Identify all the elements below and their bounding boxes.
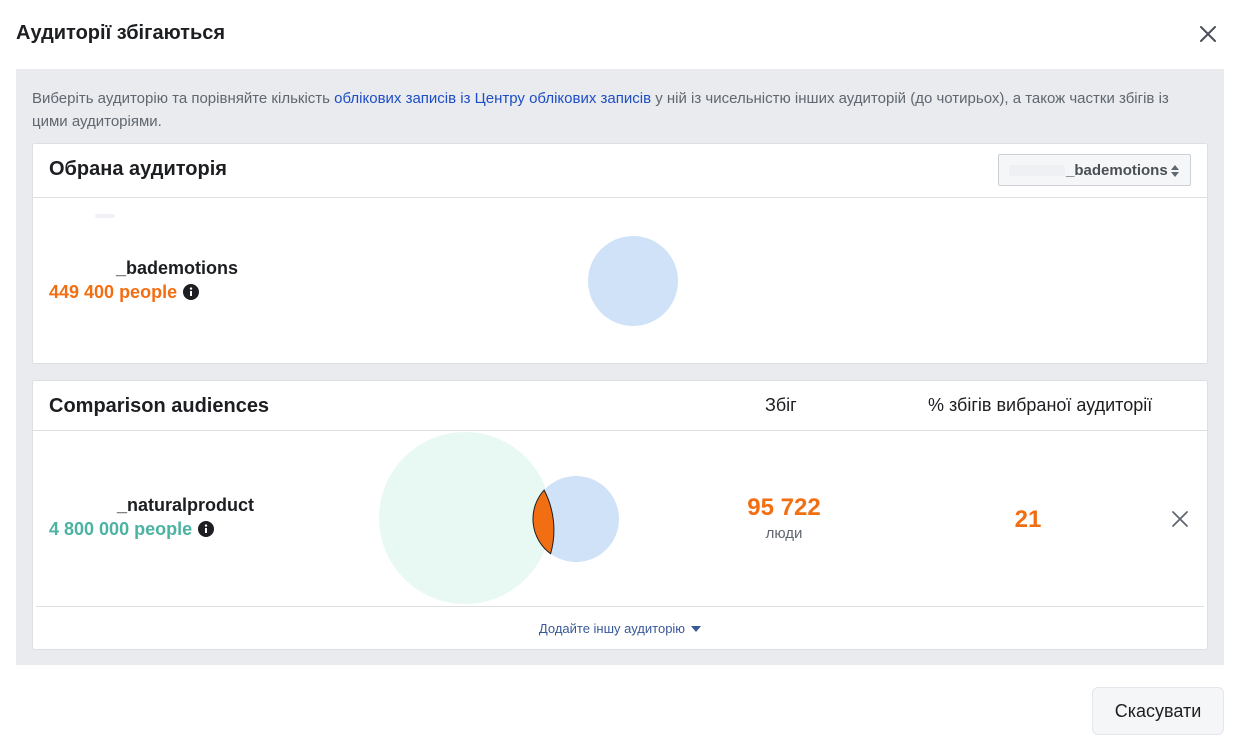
venn-diagram (379, 432, 619, 604)
redacted-text (95, 214, 115, 218)
comparison-audience-name: _naturalproduct (117, 495, 255, 515)
sort-arrows-icon (1171, 165, 1179, 177)
remove-icon (1172, 511, 1188, 527)
row-divider (36, 606, 1204, 607)
dialog-header: Аудиторії збігаються (0, 0, 1240, 68)
close-icon (1200, 26, 1216, 42)
dialog-body: Виберіть аудиторію та порівняйте кількіс… (16, 69, 1224, 665)
selected-audience-card: Обрана аудиторія _bademotions _bademotio… (32, 143, 1208, 364)
comparison-audiences-card: Comparison audiences Збіг % збігів вибра… (32, 380, 1208, 650)
selected-audience-name: _bademotions (116, 258, 239, 278)
comparison-audience-count: 4 800 000 people (49, 519, 215, 540)
overlap-column-header: Збіг (765, 395, 797, 415)
overlap-unit: люди (765, 525, 803, 542)
info-icon[interactable] (183, 284, 200, 300)
accounts-center-link[interactable]: облікових записів із Центру облікових за… (334, 90, 651, 107)
comparison-audience-circle (379, 432, 551, 604)
intro-text: Виберіть аудиторію та порівняйте кількіс… (32, 87, 1202, 133)
close-button[interactable] (1196, 22, 1220, 46)
intro-text-before: Виберіть аудиторію та порівняйте кількіс… (32, 90, 335, 107)
redacted-text (1009, 165, 1065, 176)
selected-audience-title: Обрана аудиторія (49, 158, 227, 180)
cancel-button[interactable]: Скасувати (1092, 687, 1224, 735)
add-audience-label: Додайте іншу аудиторію (538, 621, 686, 636)
selected-audience-header: Обрана аудиторія _bademotions (33, 144, 1207, 198)
selected-audience-circle (588, 236, 678, 326)
comparison-header: Comparison audiences Збіг % збігів вибра… (33, 381, 1207, 431)
caret-down-icon (691, 626, 702, 632)
audience-dropdown[interactable]: _bademotions (998, 154, 1191, 186)
comparison-audience-count-text: 4 800 000 people (49, 519, 193, 539)
dialog-title: Аудиторії збігаються (16, 22, 226, 44)
audience-dropdown-value: _bademotions (1066, 162, 1168, 179)
percent-column-header: % збігів вибраної аудиторії (928, 395, 1153, 415)
overlap-value: 95 722 (747, 494, 821, 521)
selected-audience-count: 449 400 people (49, 282, 200, 303)
remove-audience-button[interactable] (1170, 509, 1190, 529)
comparison-title: Comparison audiences (49, 395, 270, 417)
add-audience-link[interactable]: Додайте іншу аудиторію (33, 621, 1207, 636)
selected-audience-count-text: 449 400 people (49, 282, 178, 302)
overlap-percent: 21 (1014, 506, 1042, 533)
info-icon[interactable] (198, 521, 215, 537)
